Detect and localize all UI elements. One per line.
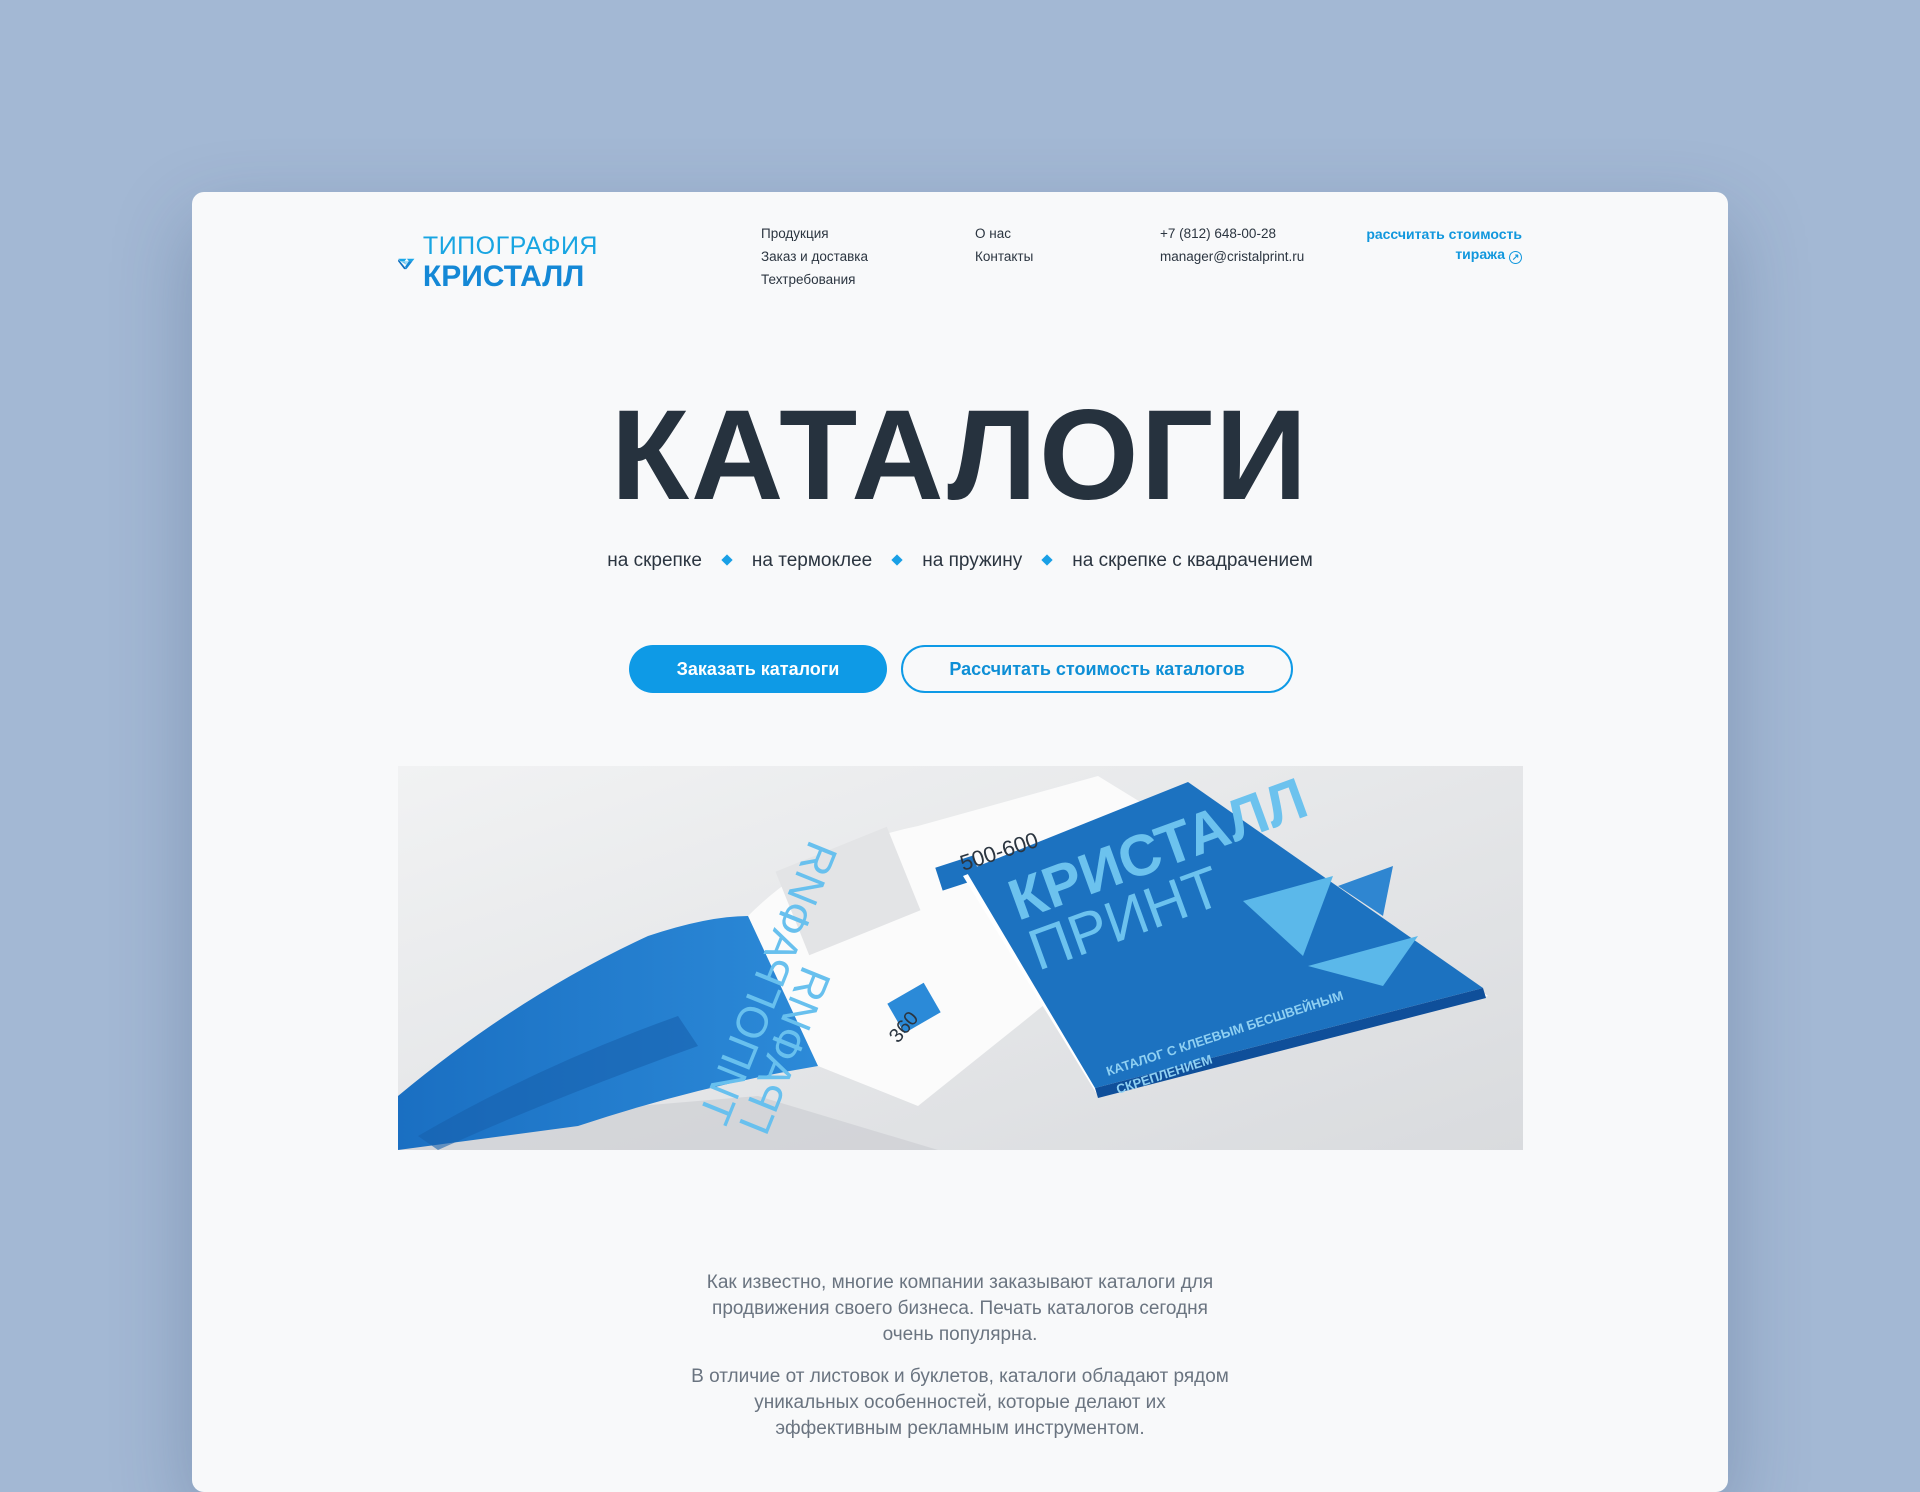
binding-types: на скрепке на термоклее на пружину на скреп…: [192, 550, 1728, 572]
order-catalogs-button[interactable]: Заказать каталоги: [629, 645, 887, 693]
about-paragraph-2: В отличие от листовок и буклетов, катало…: [691, 1366, 1229, 1439]
header-calc-line2: тиража: [1455, 246, 1505, 262]
diamond-separator-icon: [891, 554, 903, 566]
logo-line2: КРИСТАЛЛ: [422, 260, 585, 293]
about-paragraph-1: Как известно, многие компании заказывают…: [706, 1272, 1214, 1345]
calc-catalogs-button[interactable]: Рассчитать стоимость каталогов: [901, 645, 1293, 693]
logo[interactable]: ТИПОГРАФИЯ КРИСТАЛЛ: [398, 228, 598, 298]
tag-staple-squared: на скрепке с квадрачением: [1072, 550, 1313, 571]
tag-staple: на скрепке: [607, 550, 702, 571]
diamond-separator-icon: [721, 554, 733, 566]
tag-spring: на пружину: [922, 550, 1023, 571]
page-card: ТИПОГРАФИЯ КРИСТАЛЛ Продукция Заказ и до…: [192, 192, 1728, 1492]
diamond-separator-icon: [1041, 554, 1053, 566]
nav-link-about[interactable]: О нас: [975, 222, 1033, 245]
about-text: Как известно, многие компании заказывают…: [192, 1270, 1728, 1458]
nav-link-order-delivery[interactable]: Заказ и доставка: [761, 245, 868, 268]
nav-link-contacts[interactable]: Контакты: [975, 245, 1033, 268]
phone-link[interactable]: +7 (812) 648-00-28: [1160, 222, 1304, 245]
email-link[interactable]: manager@cristalprint.ru: [1160, 245, 1304, 268]
arrow-circle-icon: ↗: [1509, 251, 1522, 264]
logo-line1: ТИПОГРАФИЯ: [422, 232, 598, 260]
header-calc-line1: рассчитать стоимость: [1366, 226, 1522, 242]
nav-link-tech-requirements[interactable]: Техтребования: [761, 268, 868, 291]
crystal-logo-icon: [398, 258, 415, 270]
catalog-photo: КРИСТАЛЛ ПРИНТ КАТАЛОГ С КЛЕЕВЫМ БЕСШВЕЙ…: [398, 766, 1523, 1150]
header-calc-link[interactable]: рассчитать стоимость тиража ↗: [1352, 224, 1522, 264]
contacts-block: +7 (812) 648-00-28 manager@cristalprint.…: [1160, 222, 1304, 268]
nav-link-products[interactable]: Продукция: [761, 222, 868, 245]
tag-thermoglue: на термоклее: [751, 550, 873, 571]
nav-about-column: О нас Контакты: [975, 222, 1033, 268]
page-title: КАТАЛОГИ: [610, 384, 1310, 527]
nav-products-column: Продукция Заказ и доставка Техтребования: [761, 222, 868, 291]
